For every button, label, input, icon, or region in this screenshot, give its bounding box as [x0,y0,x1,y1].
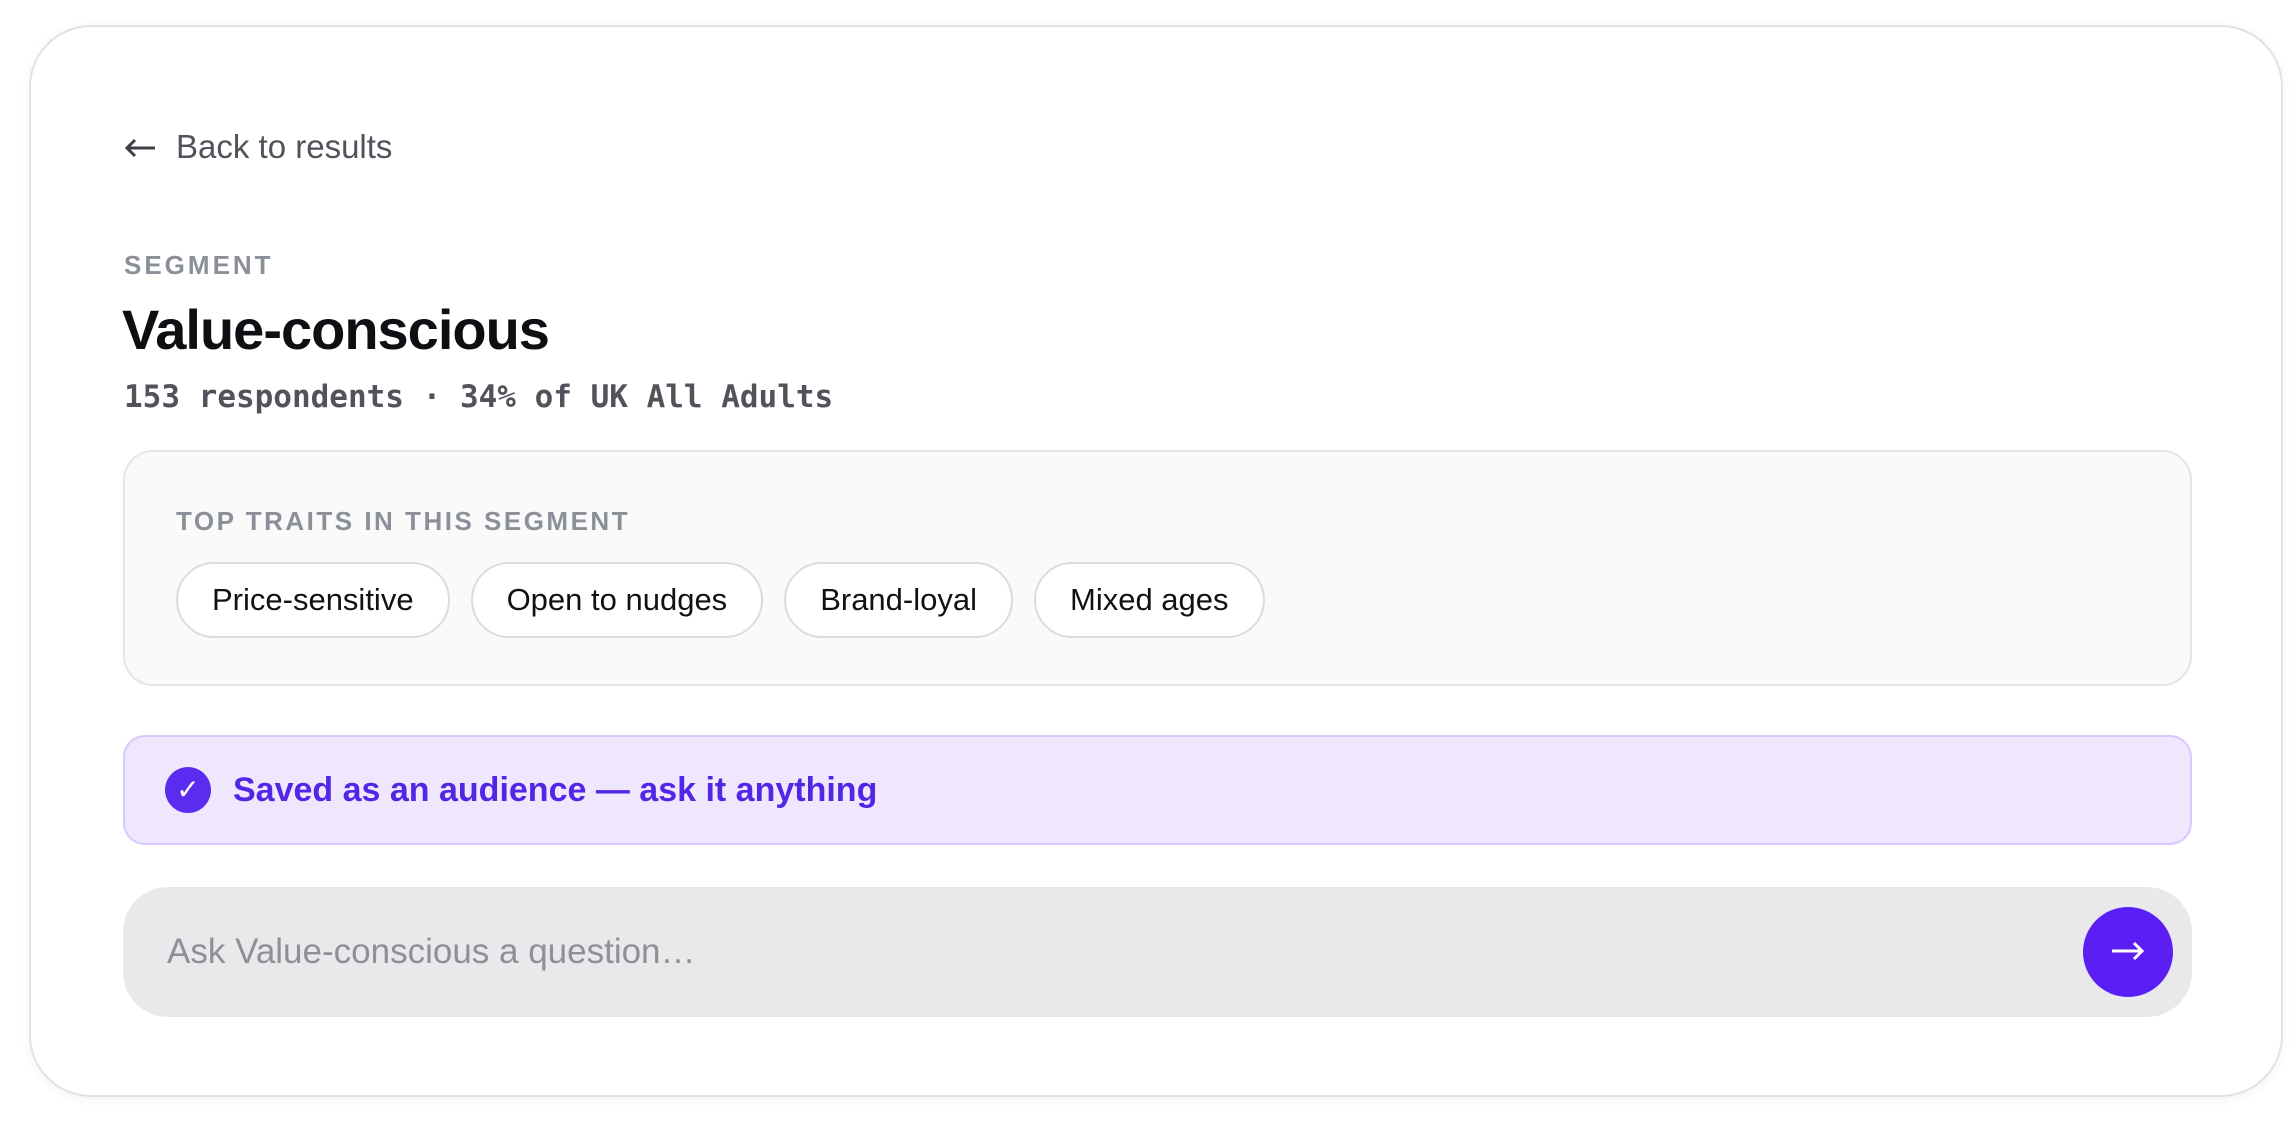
trait-chip: Open to nudges [470,562,764,638]
segment-eyebrow: SEGMENT [124,250,274,280]
traits-panel: TOP TRAITS IN THIS SEGMENT Price-sensiti… [123,450,2192,686]
segment-card: Back to results SEGMENT Value-conscious … [29,25,2283,1097]
traits-label: TOP TRAITS IN THIS SEGMENT [176,506,631,536]
ask-bar [123,887,2192,1017]
trait-chip: Mixed ages [1034,562,1265,638]
back-to-results-link[interactable]: Back to results [124,125,392,169]
arrow-left-icon [124,129,156,165]
trait-chip: Price-sensitive [176,562,450,638]
trait-chip: Brand-loyal [784,562,1013,638]
arrow-right-icon [2110,939,2146,966]
ask-question-input[interactable] [167,887,2047,1017]
trait-chip-list: Price-sensitive Open to nudges Brand-loy… [176,562,1265,638]
page-title: Value-conscious [122,298,550,361]
check-circle-icon: ✓ [165,767,211,813]
send-question-button[interactable] [2083,907,2173,997]
saved-audience-banner: ✓ Saved as an audience — ask it anything [123,735,2192,845]
back-link-label: Back to results [176,128,393,165]
segment-meta: 153 respondents · 34% of UK All Adults [124,379,834,415]
saved-banner-text: Saved as an audience — ask it anything [233,770,878,809]
